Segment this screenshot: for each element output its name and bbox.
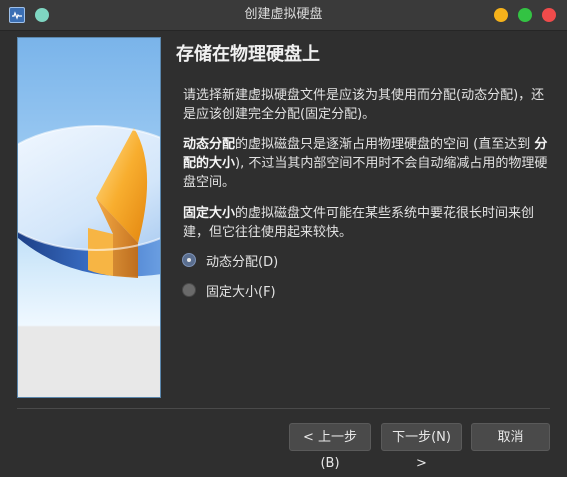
button-separator	[17, 408, 550, 409]
dynamic-text-1: 的虚拟磁盘只是逐渐占用物理硬盘的空间 (直至达到	[235, 137, 535, 152]
dynamic-text-2: ), 不过当其内部空间不用时不会自动缩减占用的物理硬盘空间。	[183, 156, 548, 190]
dynamic-description: 动态分配的虚拟磁盘只是逐渐占用物理硬盘的空间 (直至达到 分配的大小), 不过当…	[183, 135, 548, 192]
hard-disk-illustration-icon	[18, 125, 160, 278]
fixed-size-option[interactable]: 固定大小(F)	[182, 281, 276, 300]
dynamic-allocation-option[interactable]: 动态分配(D)	[182, 251, 278, 270]
fixed-size-label[interactable]: 固定大小(F)	[206, 281, 276, 300]
minimize-button[interactable]	[494, 8, 508, 22]
dynamic-allocation-radio[interactable]	[182, 253, 196, 267]
cancel-button[interactable]: 取消	[471, 423, 550, 451]
fixed-size-radio[interactable]	[182, 283, 196, 297]
maximize-button[interactable]	[518, 8, 532, 22]
fixed-text: 的虚拟磁盘文件可能在某些系统中要花很长时间来创建，但它往往使用起来较快。	[183, 206, 535, 240]
dynamic-allocation-label[interactable]: 动态分配(D)	[206, 251, 278, 270]
page-title: 存储在物理硬盘上	[176, 44, 320, 65]
wizard-banner	[17, 37, 161, 398]
next-button[interactable]: 下一步(N) >	[381, 423, 462, 471]
title-bar[interactable]: 创建虚拟硬盘	[0, 0, 567, 31]
close-button[interactable]	[542, 8, 556, 22]
window-title: 创建虚拟硬盘	[244, 7, 323, 22]
back-button[interactable]: < 上一步(B)	[289, 423, 371, 471]
fixed-term: 固定大小	[183, 206, 236, 221]
dynamic-term: 动态分配	[183, 137, 236, 152]
fixed-description: 固定大小的虚拟磁盘文件可能在某些系统中要花很长时间来创建，但它往往使用起来较快。	[183, 204, 548, 242]
intro-text: 请选择新建虚拟硬盘文件是应该为其使用而分配(动态分配)，还是应该创建完全分配(固…	[183, 88, 545, 122]
